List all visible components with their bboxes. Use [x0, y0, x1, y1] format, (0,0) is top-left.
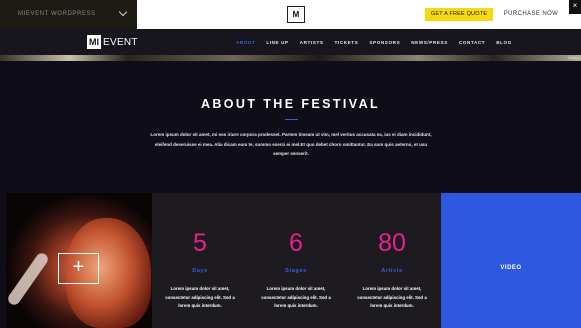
nav-item-blog[interactable]: BLOG: [496, 40, 512, 45]
nav-item-contact[interactable]: CONTACT: [459, 40, 485, 45]
about-text: Lorem ipsum dolor sit amet, mi eos iriur…: [150, 132, 432, 156]
stat-description: Lorem ipsum dolor sit amet, consectetur …: [261, 286, 331, 308]
nav-item-tickets[interactable]: TICKETS: [335, 40, 359, 45]
video-label: VIDEO: [500, 265, 522, 271]
logo-text: EVENT: [103, 36, 138, 48]
nav-item-news-press[interactable]: NEWS/PRESS: [411, 40, 448, 45]
nav-item-artists[interactable]: ARTISTS: [300, 40, 324, 45]
stat-label: Stages: [285, 268, 307, 274]
chevron-down-icon: [118, 7, 128, 17]
nav-item-about[interactable]: ABOUT: [236, 40, 255, 45]
nav-item-line-up[interactable]: LINE UP: [266, 40, 288, 45]
stat-number: 6: [289, 229, 303, 257]
stat-description: Lorem ipsum dolor sit amet, consectetur …: [165, 286, 235, 308]
expand-plus-button[interactable]: +: [58, 253, 99, 284]
get-quote-button[interactable]: GET A FREE QUOTE: [425, 8, 493, 21]
stat-artists: 80 Artists Lorem ipsum dolor sit amet, c…: [344, 193, 440, 328]
concert-photo: +: [6, 193, 152, 328]
video-tile[interactable]: VIDEO: [441, 193, 581, 328]
theme-select[interactable]: MIEVENT WORDPRESS: [0, 0, 137, 29]
demo-bar: MIEVENT WORDPRESS M GET A FREE QUOTE PUR…: [0, 0, 581, 29]
close-icon[interactable]: ×: [569, 0, 581, 14]
title-divider: [285, 119, 298, 120]
stat-stages: 6 Stages Lorem ipsum dolor sit amet, con…: [248, 193, 344, 328]
section-title: ABOUT THE FESTIVAL: [200, 97, 381, 111]
stat-number: 5: [193, 229, 207, 257]
site-header: MI EVENT ABOUT LINE UP ARTISTS TICKETS S…: [0, 29, 581, 55]
stat-label: Days: [192, 268, 208, 274]
nav-item-sponsors[interactable]: SPONSORS: [369, 40, 400, 45]
logo-mark: MI: [87, 35, 101, 49]
stat-description: Lorem ipsum dolor sit amet, consectetur …: [357, 286, 427, 308]
about-section: ABOUT THE FESTIVAL Lorem ipsum dolor sit…: [0, 61, 581, 193]
demo-logo[interactable]: M: [287, 6, 305, 23]
stat-label: Artists: [381, 268, 403, 274]
stat-number: 80: [378, 229, 406, 257]
stats-panel: 5 Days Lorem ipsum dolor sit amet, conse…: [152, 193, 441, 328]
photo-arm: [6, 250, 51, 308]
main-nav: ABOUT LINE UP ARTISTS TICKETS SPONSORS N…: [236, 29, 512, 55]
site-logo[interactable]: MI EVENT: [87, 34, 138, 50]
purchase-button[interactable]: PURCHASE NOW: [500, 8, 562, 21]
theme-select-label: MIEVENT WORDPRESS: [18, 11, 96, 17]
stat-days: 5 Days Lorem ipsum dolor sit amet, conse…: [152, 193, 248, 328]
